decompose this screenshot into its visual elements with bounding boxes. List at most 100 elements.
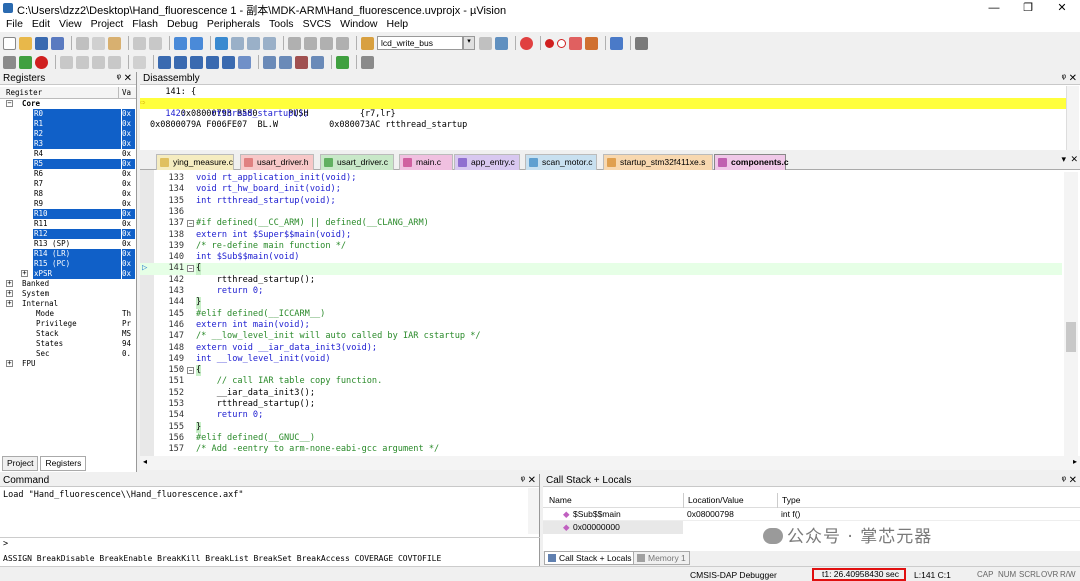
- code-line[interactable]: 155}: [140, 421, 1062, 433]
- breakpoint-icon[interactable]: [545, 38, 554, 48]
- register-row[interactable]: R4 0x: [0, 149, 136, 159]
- close-pane-icon[interactable]: ✕: [528, 474, 536, 487]
- register-row[interactable]: + Internal: [0, 299, 136, 309]
- bookmark-next-icon[interactable]: [247, 36, 260, 50]
- step-into-icon[interactable]: [60, 55, 73, 69]
- tab-scan-motor-c[interactable]: scan_motor.c: [525, 154, 597, 170]
- uncomment-icon[interactable]: [336, 36, 349, 50]
- menu-edit[interactable]: Edit: [32, 18, 50, 30]
- register-row[interactable]: R7 0x: [0, 179, 136, 189]
- incremental-find-icon[interactable]: [495, 36, 508, 50]
- scroll-left-icon[interactable]: ◂: [143, 457, 147, 466]
- register-value[interactable]: 0x: [122, 259, 135, 269]
- stop-icon[interactable]: [35, 55, 48, 69]
- debug-session-icon[interactable]: [520, 36, 533, 50]
- code-line[interactable]: 151 // call IAR table copy function.: [140, 376, 1062, 387]
- col-location[interactable]: Location/Value: [683, 493, 744, 508]
- register-row[interactable]: Stack MS: [0, 329, 136, 339]
- fold-toggle-icon[interactable]: −: [187, 220, 194, 228]
- serial-window-icon[interactable]: [279, 55, 292, 69]
- register-row[interactable]: States 94: [0, 339, 136, 349]
- fold-toggle-icon[interactable]: −: [187, 367, 194, 375]
- tab-startup-s[interactable]: startup_stm32f411xe.s: [603, 154, 713, 170]
- code-line[interactable]: 138 extern int $Super$$main(void);: [140, 230, 1062, 241]
- disasm-line[interactable]: 141: {: [140, 87, 1080, 98]
- chevron-down-icon[interactable]: ▾: [463, 36, 475, 50]
- register-row[interactable]: R8 0x: [0, 189, 136, 199]
- breakpoint-kill-icon[interactable]: [569, 36, 582, 50]
- menu-file[interactable]: File: [6, 18, 23, 30]
- register-row[interactable]: R14 (LR) 0x: [0, 249, 136, 259]
- tab-list-chevron-icon[interactable]: ▾: [1061, 154, 1066, 165]
- menu-flash[interactable]: Flash: [132, 18, 158, 30]
- save-all-icon[interactable]: [51, 36, 64, 50]
- copy-icon[interactable]: [92, 36, 105, 50]
- watch-window-icon[interactable]: [238, 55, 251, 69]
- code-line[interactable]: 143 return 0;: [140, 286, 1062, 297]
- register-value[interactable]: 0x: [122, 139, 135, 149]
- register-value[interactable]: 0x: [122, 239, 135, 249]
- pin-icon[interactable]: ᵠ: [1062, 72, 1066, 85]
- close-pane-icon[interactable]: ✕: [124, 72, 132, 85]
- code-line[interactable]: 156 #elif defined(__GNUC__): [140, 433, 1062, 444]
- tab-call-stack[interactable]: Call Stack + Locals: [544, 551, 636, 565]
- code-line[interactable]: 157 /* Add -eentry to arm-none-eabi-gcc a…: [140, 444, 1062, 455]
- maximize-icon[interactable]: ❐: [1011, 0, 1045, 16]
- register-value[interactable]: 0x: [122, 179, 135, 189]
- call-stack-row[interactable]: ◆ 0x00000000: [543, 521, 683, 534]
- code-line[interactable]: 136: [140, 207, 1062, 218]
- code-line[interactable]: 152 __iar_data_init3();: [140, 388, 1062, 399]
- tab-registers[interactable]: Registers: [40, 456, 87, 471]
- code-line[interactable]: 133 void rt_application_init(void);: [140, 173, 1062, 184]
- register-value[interactable]: 94: [122, 339, 135, 349]
- code-line[interactable]: 141− ▷ {: [140, 263, 1062, 275]
- code-line[interactable]: 150−{: [140, 365, 1062, 377]
- open-file-icon[interactable]: [19, 36, 32, 50]
- nav-forward-icon[interactable]: [190, 36, 203, 50]
- redo-icon[interactable]: [149, 36, 162, 50]
- code-line[interactable]: 147 /* __low_level_init will auto called …: [140, 331, 1062, 342]
- register-row[interactable]: R6 0x: [0, 169, 136, 179]
- trace-window-icon[interactable]: [311, 55, 324, 69]
- code-line[interactable]: 140 int $Sub$$main(void): [140, 252, 1062, 263]
- register-value[interactable]: MS: [122, 329, 135, 339]
- register-value[interactable]: 0x: [122, 189, 135, 199]
- find-in-files-icon[interactable]: [361, 36, 374, 50]
- step-over-icon[interactable]: [76, 55, 89, 69]
- unindent-icon[interactable]: [304, 36, 317, 50]
- register-value[interactable]: 0x: [122, 199, 135, 209]
- register-row[interactable]: R13 (SP) 0x: [0, 239, 136, 249]
- register-value[interactable]: 0x: [122, 119, 135, 129]
- bookmark-prev-icon[interactable]: [231, 36, 244, 50]
- register-value[interactable]: 0x: [122, 149, 135, 159]
- code-line[interactable]: 137− #if defined(__CC_ARM) || defined(__C…: [140, 218, 1062, 229]
- close-icon[interactable]: ✕: [1045, 0, 1079, 16]
- command-prompt[interactable]: >: [3, 539, 8, 549]
- nav-back-icon[interactable]: [174, 36, 187, 50]
- disasm-scrollbar[interactable]: [1066, 86, 1079, 150]
- bookmark-icon[interactable]: [215, 36, 228, 50]
- breakpoint-kill-all-icon[interactable]: [585, 36, 598, 50]
- scroll-thumb[interactable]: [1066, 322, 1076, 352]
- close-pane-icon[interactable]: ✕: [1069, 474, 1077, 487]
- code-line[interactable]: 154 return 0;: [140, 410, 1062, 421]
- col-value[interactable]: Va: [118, 87, 131, 99]
- menu-view[interactable]: View: [59, 18, 82, 30]
- register-value[interactable]: Pr: [122, 319, 135, 329]
- show-next-statement-icon[interactable]: [133, 55, 146, 69]
- code-line[interactable]: 134 void rt_hw_board_init(void);: [140, 184, 1062, 195]
- editor-vertical-scrollbar[interactable]: [1064, 172, 1078, 456]
- bookmark-clear-icon[interactable]: [263, 36, 276, 50]
- code-line[interactable]: 148 extern void __iar_data_init3(void);: [140, 343, 1062, 354]
- register-row[interactable]: + xPSR 0x: [0, 269, 136, 279]
- new-file-icon[interactable]: [3, 36, 16, 50]
- window-layout-icon[interactable]: [610, 36, 623, 50]
- register-value[interactable]: 0x: [122, 129, 135, 139]
- register-row[interactable]: Sec 0.: [0, 349, 136, 359]
- menu-debug[interactable]: Debug: [167, 18, 198, 30]
- undo-icon[interactable]: [133, 36, 146, 50]
- expand-icon[interactable]: +: [21, 270, 28, 277]
- expand-icon[interactable]: +: [6, 290, 13, 297]
- register-value[interactable]: 0x: [122, 219, 135, 229]
- command-window-icon[interactable]: [158, 55, 171, 69]
